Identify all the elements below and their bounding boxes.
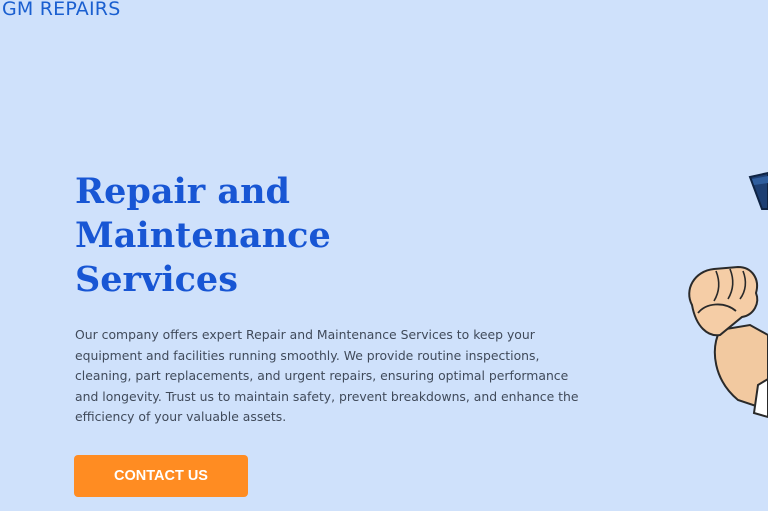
page: GM REPAIRS Repair and Maintenance Servic… — [0, 0, 768, 511]
title-line-1: Repair and — [75, 171, 291, 212]
title-line-2: Maintenance — [75, 215, 331, 256]
hero-description: Our company offers expert Repair and Mai… — [75, 327, 579, 424]
contact-us-button[interactable]: CONTACT US — [74, 455, 248, 497]
flexed-arm-icon — [688, 171, 768, 419]
page-title: Repair and Maintenance Services — [75, 170, 375, 302]
brand-logo[interactable]: GM REPAIRS — [2, 0, 120, 20]
repairman-illustration — [680, 165, 768, 425]
title-line-3: Services — [75, 259, 238, 300]
